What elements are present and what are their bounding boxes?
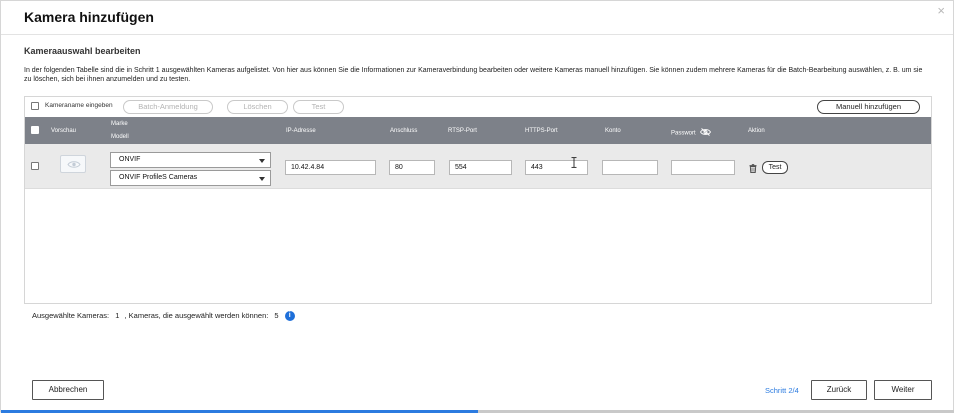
chevron-down-icon [259, 177, 265, 181]
rtsp-port-input[interactable]: 554 [449, 160, 512, 175]
test-all-button[interactable]: Test [293, 100, 344, 114]
trash-icon[interactable] [749, 164, 757, 175]
available-label: , Kameras, die ausgewählt werden können: [124, 311, 269, 320]
col-action: Aktion [748, 128, 765, 134]
info-icon[interactable]: i [284, 311, 295, 322]
available-count: 5 [274, 311, 279, 320]
table-toolbar: Kameraname eingeben Batch-Anmeldung Lösc… [25, 97, 931, 117]
camera-name-label: Kameraname eingeben [45, 102, 113, 109]
selection-status: Ausgewählte Kameras: 1 , Kameras, die au… [32, 311, 295, 322]
col-port: Anschluss [390, 128, 418, 134]
row-checkbox[interactable] [31, 162, 39, 170]
model-value: ONVIF ProfileS Cameras [119, 174, 198, 181]
preview-thumbnail[interactable] [60, 155, 86, 173]
step-indicator: Schritt 2/4 [765, 386, 799, 395]
back-button[interactable]: Zurück [811, 380, 867, 400]
password-input[interactable] [671, 160, 735, 175]
selected-count: 1 [115, 311, 120, 320]
col-account: Konto [605, 128, 621, 134]
col-password-label: Passwort [671, 130, 696, 137]
delete-button[interactable]: Löschen [227, 100, 288, 114]
table-header: Vorschau Marke Modell IP-Adresse Anschlu… [25, 117, 931, 144]
col-password: Passwort [671, 128, 712, 138]
close-icon[interactable]: × [937, 4, 945, 17]
col-model: Modell [111, 134, 129, 140]
section-title: Kameraauswahl bearbeiten [24, 46, 141, 56]
add-manually-button[interactable]: Manuell hinzufügen [817, 100, 920, 114]
ip-address-input[interactable]: 10.42.4.84 [285, 160, 376, 175]
text-cursor-icon [571, 157, 577, 170]
port-input[interactable]: 80 [389, 160, 435, 175]
brand-value: ONVIF [119, 156, 141, 163]
eye-icon [67, 161, 81, 168]
camera-table-panel: Kameraname eingeben Batch-Anmeldung Lösc… [24, 96, 932, 304]
col-https: HTTPS-Port [525, 128, 558, 134]
col-brand: Marke [111, 121, 128, 127]
batch-login-button[interactable]: Batch-Anmeldung [123, 100, 213, 114]
dialog-title: Kamera hinzufügen [24, 9, 154, 25]
select-all-checkbox[interactable] [31, 126, 39, 134]
col-ip: IP-Adresse [286, 128, 316, 134]
row-test-button[interactable]: Test [762, 161, 788, 174]
col-preview: Vorschau [51, 128, 77, 134]
camera-name-checkbox[interactable] [31, 102, 39, 110]
col-rtsp: RTSP-Port [448, 128, 477, 134]
dialog-header: Kamera hinzufügen × [1, 1, 953, 35]
add-camera-dialog: Kamera hinzufügen × Kameraauswahl bearbe… [0, 0, 954, 413]
selected-prefix: Ausgewählte Kameras: [32, 311, 110, 320]
account-input[interactable] [602, 160, 658, 175]
model-select[interactable]: ONVIF ProfileS Cameras [110, 170, 271, 186]
table-row: ONVIF ONVIF ProfileS Cameras 10.42.4.84 … [25, 144, 931, 189]
chevron-down-icon [259, 159, 265, 163]
section-description: In der folgenden Tabelle sind die in Sch… [24, 67, 923, 83]
https-port-input[interactable]: 443 [525, 160, 588, 175]
next-button[interactable]: Weiter [874, 380, 932, 400]
cancel-button[interactable]: Abbrechen [32, 380, 104, 400]
eye-slash-icon[interactable] [700, 128, 712, 138]
brand-select[interactable]: ONVIF [110, 152, 271, 168]
